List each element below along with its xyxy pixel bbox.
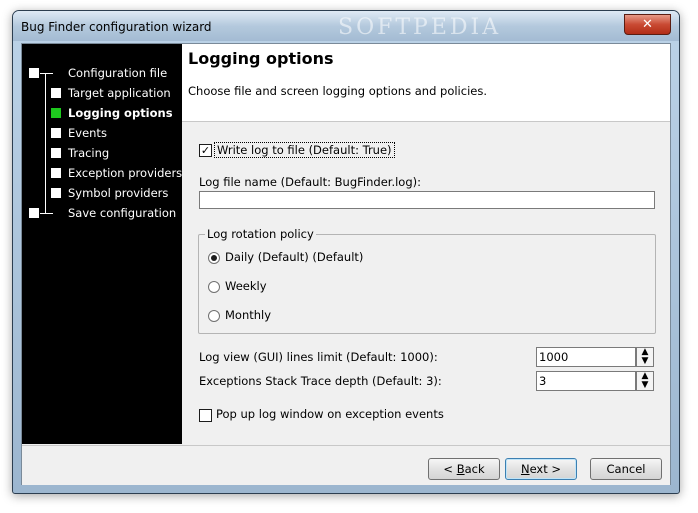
write-log-label[interactable]: Write log to file (Default: True) (214, 142, 395, 158)
spin-down-icon[interactable]: ▼ (637, 381, 653, 390)
step-marker (51, 128, 61, 138)
step-marker (29, 68, 39, 78)
checkmark-icon: ✓ (200, 144, 211, 157)
cancel-button[interactable]: Cancel (590, 458, 662, 480)
radio-monthly-label[interactable]: Monthly (225, 308, 271, 322)
window-title: Bug Finder configuration wizard (21, 20, 212, 34)
gui-lines-stepper[interactable]: 1000 ▲ ▼ (536, 347, 654, 367)
tree-connector (40, 213, 53, 214)
step-target-application: Target application (68, 86, 171, 100)
title-bar[interactable]: Bug Finder configuration wizard SOFTPEDI… (13, 11, 679, 41)
step-symbol-providers: Symbol providers (68, 186, 169, 200)
log-file-name-input[interactable] (199, 191, 655, 209)
step-tracing: Tracing (68, 146, 110, 160)
radio-weekly-label[interactable]: Weekly (225, 279, 267, 293)
tree-connector (40, 73, 53, 74)
stack-depth-input[interactable]: 3 (536, 371, 636, 391)
wizard-window: Bug Finder configuration wizard SOFTPEDI… (12, 10, 680, 494)
step-marker (29, 208, 39, 218)
page-subtitle: Choose file and screen logging options a… (188, 84, 487, 98)
page-title: Logging options (188, 49, 334, 68)
back-rest: ack (464, 462, 485, 476)
step-logging-options: Logging options (68, 106, 173, 120)
step-marker (51, 188, 61, 198)
client-area: Configuration file Target application Lo… (21, 43, 671, 485)
step-events: Events (68, 126, 107, 140)
step-configuration-file: Configuration file (68, 66, 168, 80)
log-rotation-legend: Log rotation policy (205, 227, 316, 241)
close-icon: ✕ (642, 17, 653, 32)
radio-selected-dot (211, 255, 217, 261)
step-exception-providers: Exception providers (68, 166, 183, 180)
tree-connector (45, 73, 46, 213)
radio-daily[interactable] (208, 252, 220, 264)
spin-arrows[interactable]: ▲ ▼ (636, 371, 654, 391)
radio-monthly[interactable] (208, 310, 220, 322)
log-file-name-label: Log file name (Default: BugFinder.log): (199, 175, 422, 189)
back-button[interactable]: < Back (428, 458, 500, 480)
step-marker (51, 88, 61, 98)
step-save-configuration: Save configuration (68, 206, 177, 220)
wizard-footer: < Back Next > Cancel (22, 445, 670, 485)
step-marker (51, 148, 61, 158)
popup-label[interactable]: Pop up log window on exception events (216, 407, 444, 421)
spin-down-icon[interactable]: ▼ (637, 357, 653, 366)
step-sidebar: Configuration file Target application Lo… (22, 44, 182, 444)
radio-daily-label[interactable]: Daily (Default) (Default) (225, 250, 363, 264)
page-header: Logging options Choose file and screen l… (182, 44, 670, 122)
watermark: SOFTPEDIA (338, 15, 502, 40)
options-panel: ✓ Write log to file (Default: True) Log … (182, 122, 670, 444)
stack-depth-stepper[interactable]: 3 ▲ ▼ (536, 371, 654, 391)
gui-lines-input[interactable]: 1000 (536, 347, 636, 367)
log-rotation-group: Log rotation policy Daily (Default) (Def… (198, 227, 656, 334)
next-rest: ext > (529, 462, 562, 476)
step-marker-active (51, 108, 61, 118)
back-mnemonic: B (456, 462, 465, 476)
next-mnemonic: N (520, 462, 530, 476)
step-marker (51, 168, 61, 178)
gui-lines-label: Log view (GUI) lines limit (Default: 100… (199, 350, 438, 364)
close-button[interactable]: ✕ (624, 14, 671, 35)
spin-arrows[interactable]: ▲ ▼ (636, 347, 654, 367)
write-log-checkbox[interactable]: ✓ (199, 144, 212, 157)
next-button[interactable]: Next > (505, 458, 577, 480)
back-prefix: < (443, 462, 457, 476)
radio-weekly[interactable] (208, 281, 220, 293)
popup-checkbox[interactable] (199, 409, 212, 422)
stack-depth-label: Exceptions Stack Trace depth (Default: 3… (199, 374, 442, 388)
